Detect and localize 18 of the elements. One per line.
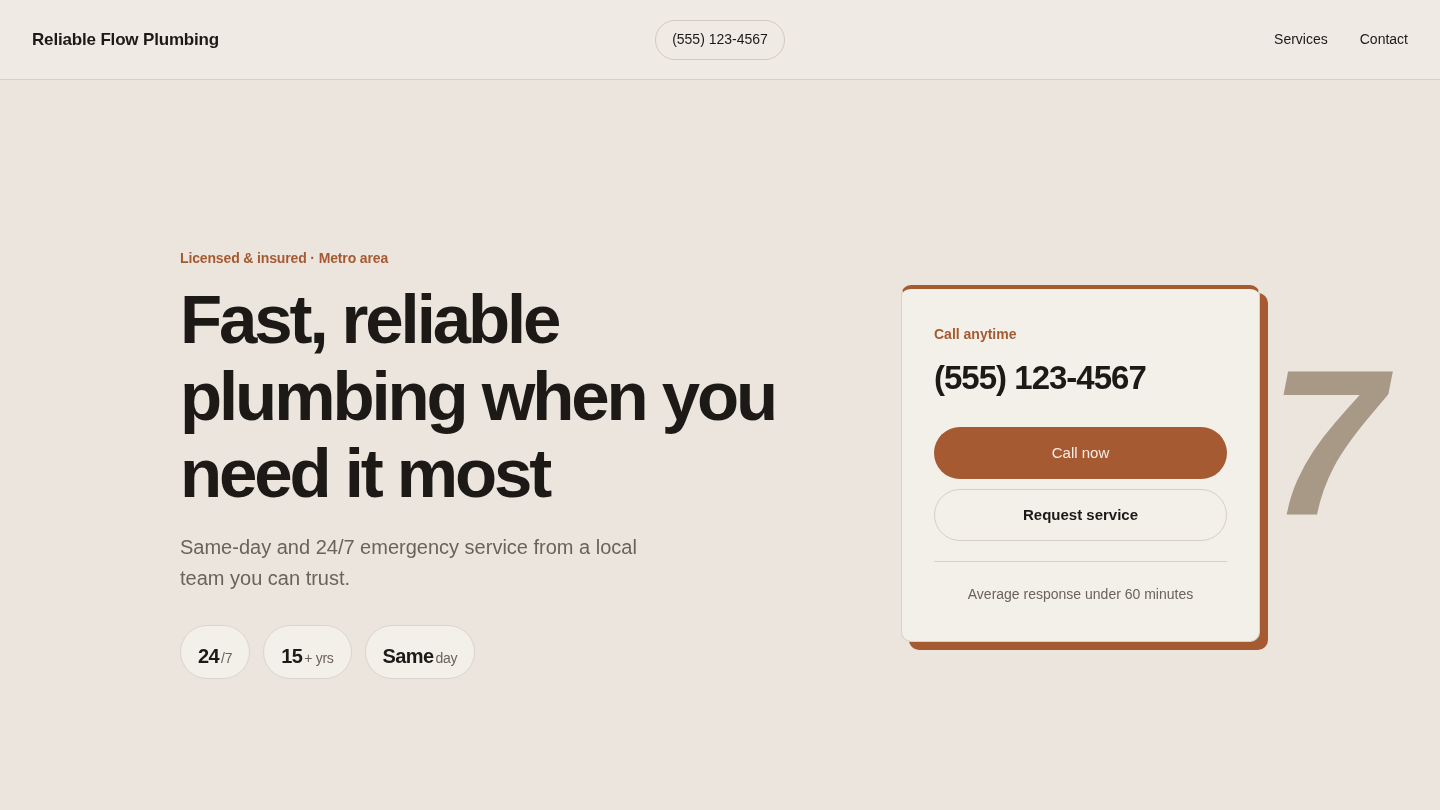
stat-value: 24 <box>198 644 220 669</box>
stat-suffix: day <box>435 649 458 668</box>
eyebrow-text: Licensed & insured · Metro area <box>180 249 390 268</box>
response-note: Average response under 60 minutes <box>966 585 1195 604</box>
nav-link[interactable]: Services <box>1274 29 1328 50</box>
stat-value: Same <box>382 644 434 669</box>
stat-suffix: + yrs <box>304 649 334 668</box>
request-service-button[interactable]: Request service <box>934 489 1227 541</box>
card-phone: (555) 123-4567 <box>934 358 1147 398</box>
brand-name[interactable]: Reliable Flow Plumbing <box>32 26 292 53</box>
stat-value: 15 <box>281 644 303 669</box>
call-now-button[interactable]: Call now <box>934 427 1227 479</box>
hero-headline: Fast, reliable plumbing when you need it most <box>180 281 776 512</box>
backdrop-numeral: 7 <box>1269 363 1421 523</box>
stat-suffix: /7 <box>221 649 233 668</box>
nav-link[interactable]: Contact <box>1359 29 1408 50</box>
card-label: Call anytime <box>934 325 1018 344</box>
hero-subtext: Same-day and 24/7 emergency service from a local team you can trust. <box>180 535 638 591</box>
